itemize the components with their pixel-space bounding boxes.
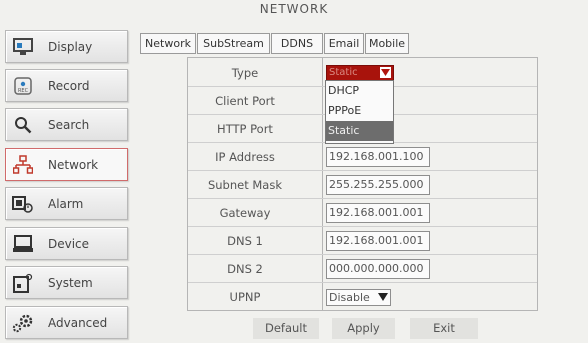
advanced-icon xyxy=(12,312,34,334)
gateway-field[interactable]: 192.168.001.001 xyxy=(326,203,430,223)
sidebar-item-label: Advanced xyxy=(48,315,108,330)
tab-substream[interactable]: SubStream xyxy=(197,33,270,54)
sidebar-item-alarm[interactable]: Alarm xyxy=(5,187,128,220)
subnet-mask-label: Subnet Mask xyxy=(207,178,283,192)
sidebar-item-label: System xyxy=(48,275,93,290)
upnp-value: Disable xyxy=(329,291,370,304)
display-icon xyxy=(12,36,34,58)
type-dropdown: DHCP PPPoE Static xyxy=(325,80,394,144)
type-option-dhcp[interactable]: DHCP xyxy=(326,81,393,101)
client-port-label: Client Port xyxy=(215,94,275,108)
tab-ddns[interactable]: DDNS xyxy=(271,33,323,54)
default-button[interactable]: Default xyxy=(253,318,319,339)
http-port-label: HTTP Port xyxy=(217,122,273,136)
sidebar-item-advanced[interactable]: Advanced xyxy=(5,306,128,339)
record-icon: REC xyxy=(12,75,34,97)
upnp-label: UPNP xyxy=(229,290,261,304)
tab-email[interactable]: Email xyxy=(324,33,364,54)
exit-button[interactable]: Exit xyxy=(410,318,478,339)
upnp-select[interactable]: Disable xyxy=(326,289,391,306)
type-option-pppoe[interactable]: PPPoE xyxy=(326,101,393,121)
device-icon xyxy=(12,233,34,255)
chevron-down-icon xyxy=(380,67,391,78)
dns1-label: DNS 1 xyxy=(227,234,263,248)
gateway-label: Gateway xyxy=(219,206,271,220)
sidebar-item-system[interactable]: System xyxy=(5,266,128,299)
sidebar-item-label: Alarm xyxy=(48,196,84,211)
sidebar-item-record[interactable]: REC Record xyxy=(5,69,128,102)
sidebar-item-display[interactable]: Display xyxy=(5,30,128,63)
sidebar-item-label: Network xyxy=(48,157,99,172)
sidebar-item-search[interactable]: Search xyxy=(5,108,128,141)
apply-button[interactable]: Apply xyxy=(332,318,395,339)
sidebar-item-network[interactable]: Network xyxy=(5,148,128,181)
chevron-down-icon xyxy=(377,292,388,302)
type-select[interactable]: Static xyxy=(326,65,394,81)
ip-address-label: IP Address xyxy=(215,150,275,164)
type-label: Type xyxy=(231,66,259,80)
alarm-icon xyxy=(12,193,34,215)
dns2-label: DNS 2 xyxy=(227,262,263,276)
network-icon xyxy=(12,154,34,176)
system-icon xyxy=(12,272,34,294)
sidebar-item-label: Device xyxy=(48,236,90,251)
ip-address-field[interactable]: 192.168.001.100 xyxy=(326,147,430,167)
tab-mobile[interactable]: Mobile xyxy=(365,33,409,54)
sidebar-item-label: Display xyxy=(48,39,93,54)
dns2-field[interactable]: 000.000.000.000 xyxy=(326,259,430,279)
svg-text:REC: REC xyxy=(18,88,29,94)
search-icon xyxy=(12,114,34,136)
dns1-field[interactable]: 192.168.001.001 xyxy=(326,231,430,251)
sidebar-item-label: Search xyxy=(48,117,90,132)
tab-network[interactable]: Network xyxy=(140,33,196,54)
subnet-mask-field[interactable]: 255.255.255.000 xyxy=(326,175,430,195)
window-title: NETWORK xyxy=(259,2,329,16)
type-select-value: Static xyxy=(329,67,358,78)
type-option-static[interactable]: Static xyxy=(326,121,393,141)
sidebar-item-label: Record xyxy=(48,78,90,93)
sidebar-item-device[interactable]: Device xyxy=(5,227,128,260)
